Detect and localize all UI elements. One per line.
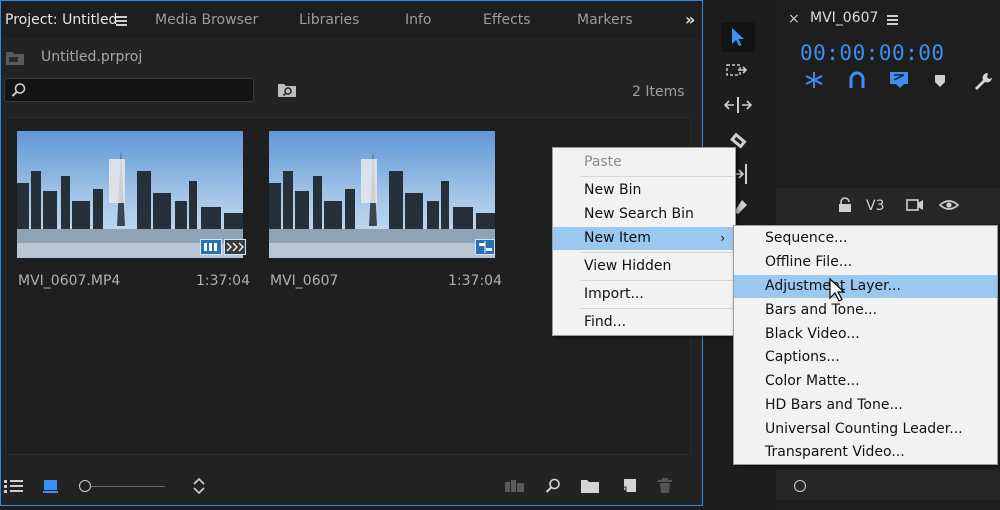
menu-separator (581, 308, 733, 309)
clip-thumbnail[interactable] (269, 131, 495, 258)
menu-item-new-item-label: New Item (584, 230, 651, 246)
project-bottom-bar (1, 467, 702, 505)
track-header-v3: V3 (776, 188, 1000, 224)
project-file-icon (6, 52, 24, 65)
wrench-icon[interactable] (973, 71, 993, 91)
clip-duration: 1:37:04 (196, 273, 250, 289)
new-item-icon[interactable] (621, 478, 637, 493)
sequence-tab-title[interactable]: MVI_0607 (810, 10, 878, 26)
snap-icon[interactable] (804, 71, 824, 89)
tab-markers[interactable]: Markers (577, 1, 633, 39)
menu-item-new-search-bin[interactable]: New Search Bin (553, 203, 735, 226)
menu-item-find[interactable]: Find... (553, 311, 735, 334)
list-view-icon[interactable] (4, 479, 24, 493)
linked-selection-icon[interactable] (848, 71, 866, 89)
submenu-item-sequence[interactable]: Sequence... (734, 227, 997, 250)
marker-icon[interactable] (934, 74, 946, 88)
item-count: 2 Items (632, 84, 685, 100)
toggle-output-eye-icon[interactable] (939, 199, 959, 211)
clip-name: MVI_0607.MP4 (18, 273, 121, 289)
selection-tool-icon (732, 28, 744, 46)
menu-item-paste[interactable]: Paste (553, 151, 735, 174)
automate-to-sequence-icon[interactable] (505, 480, 525, 492)
ripple-edit-tool-icon[interactable] (724, 96, 752, 114)
sync-lock-icon[interactable] (906, 198, 924, 212)
clip-duration: 1:37:04 (448, 273, 502, 289)
selection-tool[interactable] (721, 22, 755, 52)
submenu-item-color-matte[interactable]: Color Matte... (734, 370, 997, 393)
search-icon (11, 83, 26, 97)
new-search-bin-icon[interactable] (277, 82, 297, 98)
icon-view-icon[interactable] (43, 479, 59, 494)
context-menu: Paste New Bin New Search Bin New Item › … (552, 147, 736, 336)
close-tab-icon[interactable]: × (788, 11, 800, 27)
menu-item-new-item[interactable]: New Item › (553, 227, 735, 250)
new-bin-icon[interactable] (581, 479, 599, 493)
tab-info[interactable]: Info (405, 1, 432, 39)
menu-item-view-hidden[interactable]: View Hidden (553, 255, 735, 278)
tab-effects[interactable]: Effects (483, 1, 531, 39)
submenu-item-bars-and-tone[interactable]: Bars and Tone... (734, 299, 997, 322)
menu-item-import[interactable]: Import... (553, 283, 735, 306)
menu-separator (581, 252, 733, 253)
track-label[interactable]: V3 (866, 198, 884, 214)
zoom-scroll-handle[interactable] (794, 480, 806, 492)
clear-icon[interactable] (658, 478, 672, 494)
timecode-display[interactable]: 00:00:00:00 (800, 41, 945, 65)
submenu-item-hd-bars-and-tone[interactable]: HD Bars and Tone... (734, 394, 997, 417)
mouse-pointer-icon (829, 277, 846, 302)
submenu-arrow-icon: › (720, 231, 725, 245)
menu-separator (581, 176, 733, 177)
timeline-scroll-bar[interactable] (776, 470, 1000, 500)
tab-libraries[interactable]: Libraries (299, 1, 359, 39)
sort-icon[interactable] (192, 478, 206, 494)
video-audio-badge-icon (200, 239, 246, 255)
submenu-item-black-video[interactable]: Black Video... (734, 323, 997, 346)
submenu-item-offline-file[interactable]: Offline File... (734, 251, 997, 274)
double-chevron-right-icon[interactable]: » (685, 10, 695, 29)
clip-item[interactable]: MVI_0607 1:37:04 (268, 130, 502, 300)
clip-item[interactable]: MVI_0607.MP4 1:37:04 (16, 130, 250, 300)
sequence-badge-icon (475, 239, 495, 255)
tab-project[interactable]: Project: Untitled (5, 1, 117, 39)
submenu-item-adjustment-layer[interactable]: Adjustment Layer... (734, 275, 997, 298)
clip-name: MVI_0607 (270, 273, 339, 289)
menu-item-new-bin[interactable]: New Bin (553, 179, 735, 202)
project-tab-bar: Project: Untitled Media Browser Librarie… (1, 1, 702, 39)
submenu-item-universal-counting-leader[interactable]: Universal Counting Leader... (734, 418, 997, 441)
submenu-item-captions[interactable]: Captions... (734, 346, 997, 369)
lock-track-icon[interactable] (838, 197, 852, 213)
zoom-slider-handle[interactable] (79, 480, 91, 492)
menu-separator (581, 280, 733, 281)
new-item-submenu: Sequence... Offline File... Adjustment L… (733, 225, 998, 465)
panel-menu-icon[interactable] (116, 16, 127, 18)
find-icon[interactable] (545, 478, 561, 494)
timeline-panel-menu-icon[interactable] (887, 15, 898, 17)
submenu-item-transparent-video[interactable]: Transparent Video... (734, 441, 997, 464)
search-input[interactable] (4, 78, 254, 102)
add-marker-icon[interactable] (889, 71, 911, 89)
tab-media-browser[interactable]: Media Browser (155, 1, 258, 39)
project-file-name: Untitled.prproj (41, 49, 143, 65)
zoom-slider[interactable] (85, 486, 165, 487)
track-select-tool-icon[interactable] (726, 62, 750, 80)
